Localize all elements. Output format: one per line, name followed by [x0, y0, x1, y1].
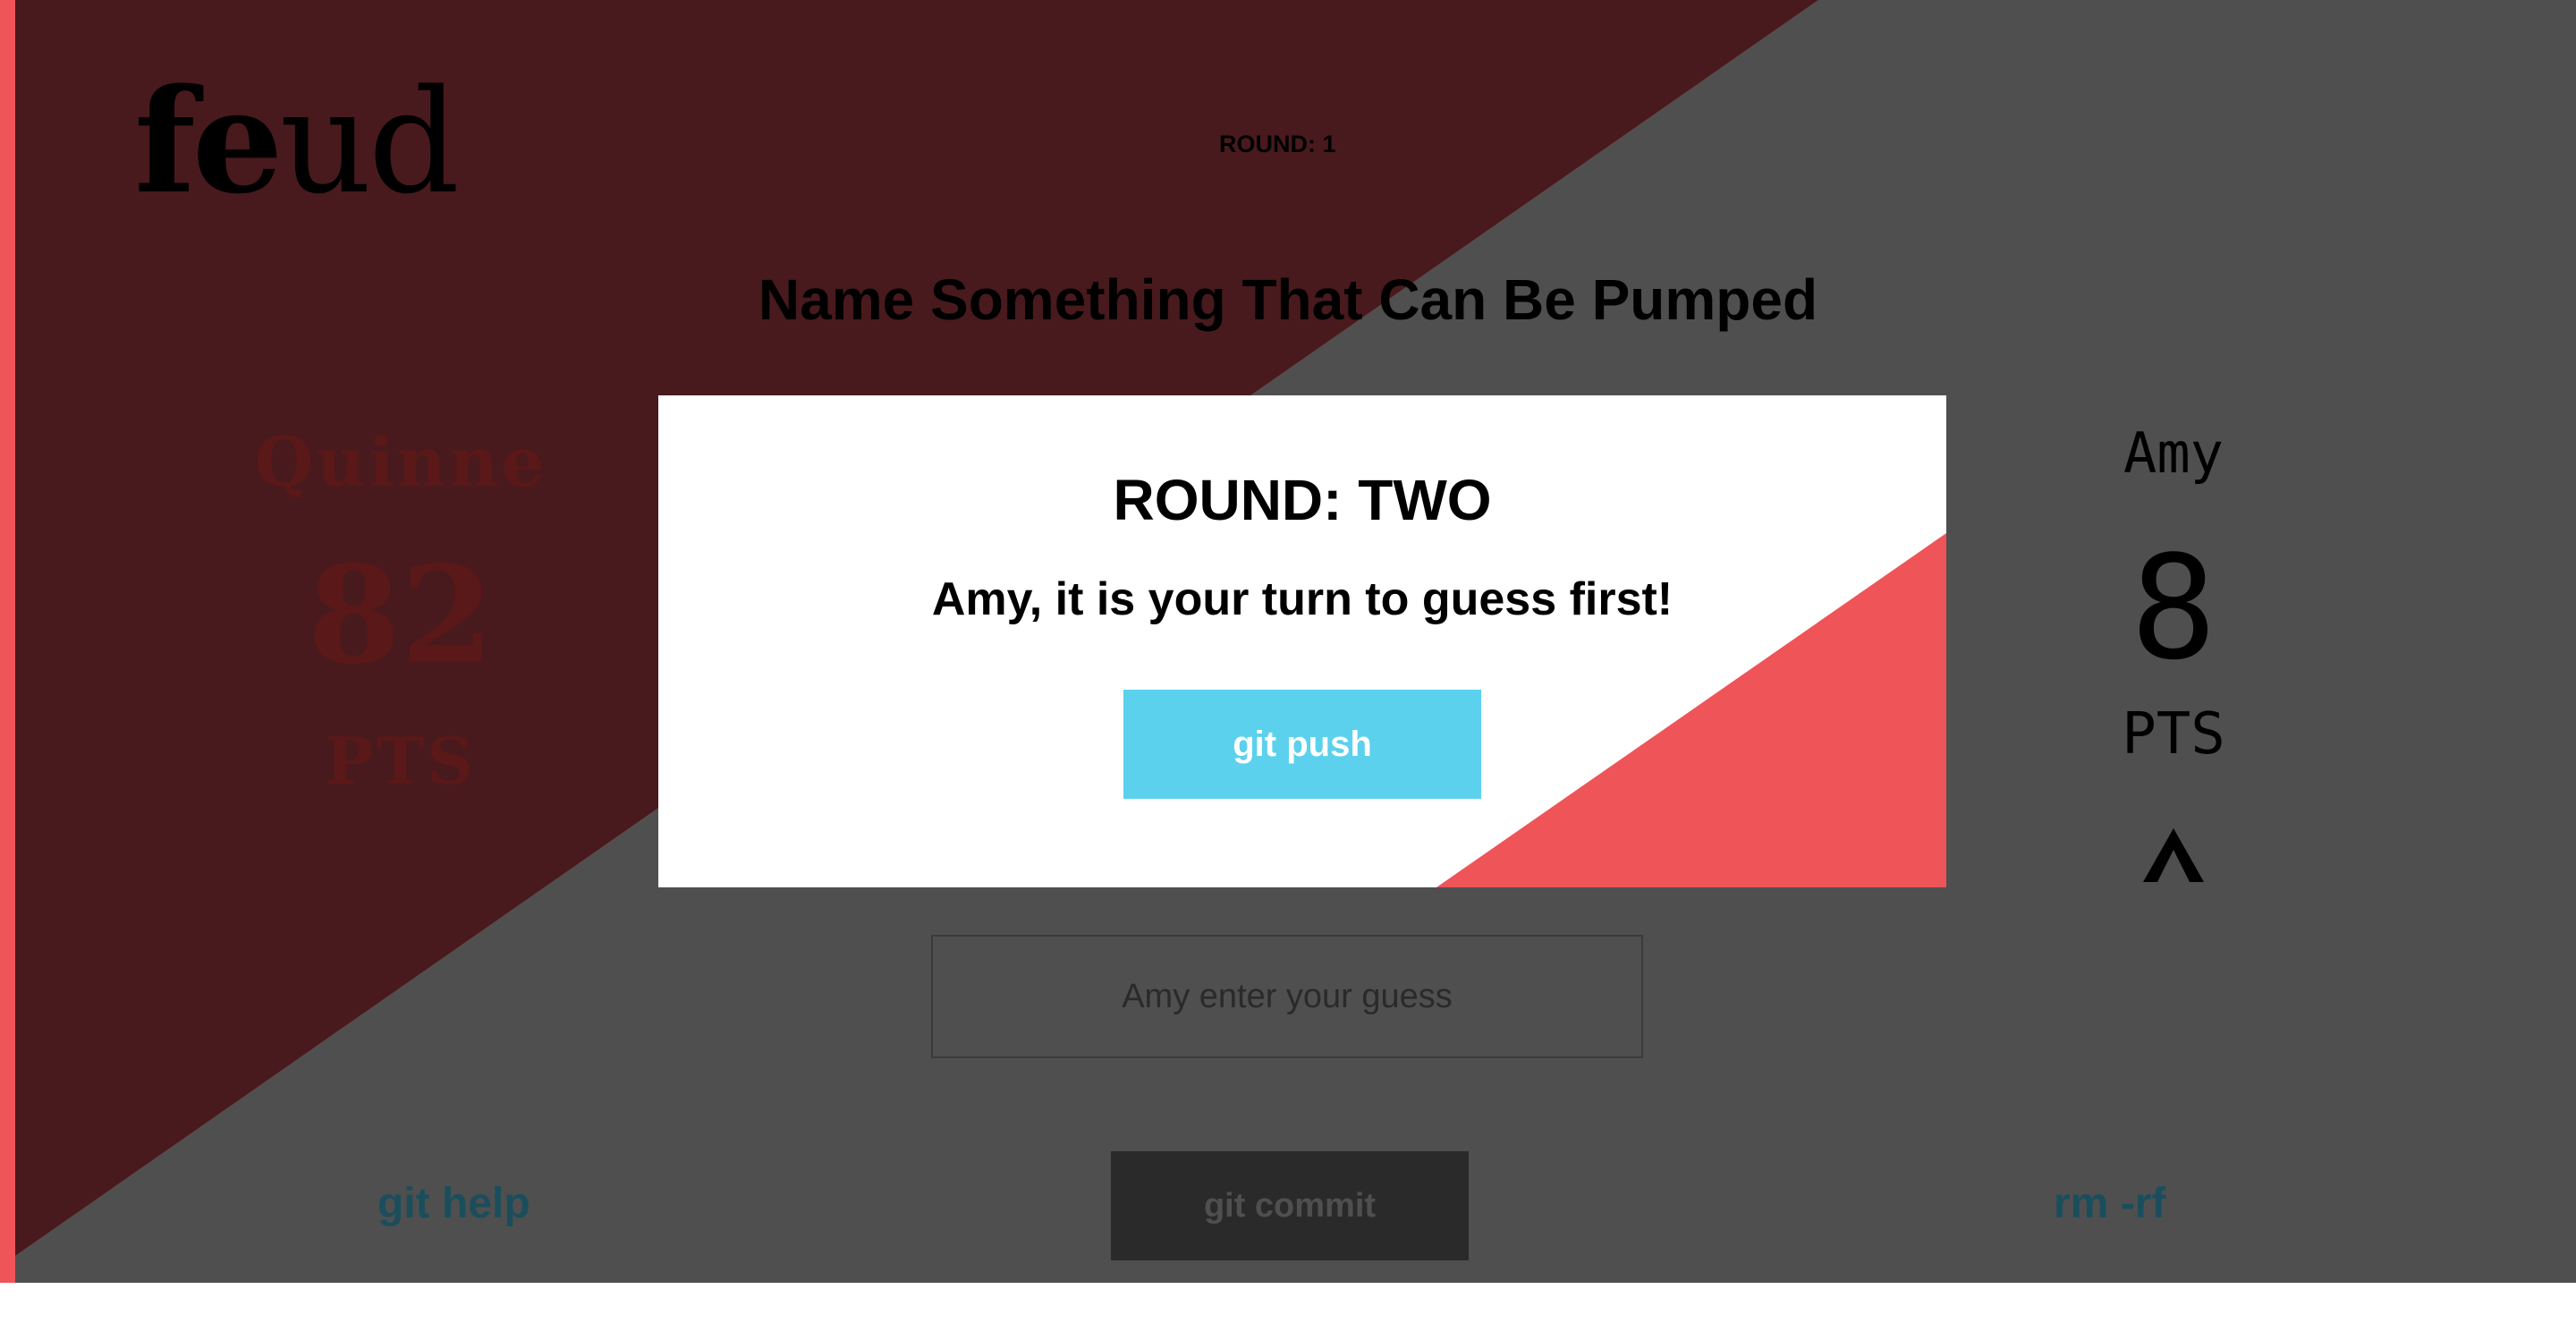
question-title: Name Something That Can Be Pumped	[758, 267, 1818, 332]
git-help-button[interactable]: git help	[377, 1179, 530, 1228]
game-screen: feud ROUND: 1 Name Something That Can Be…	[0, 0, 2576, 1283]
team-left-pts-label: PTS	[325, 723, 477, 799]
team-right-name: Amy	[2123, 420, 2224, 486]
round-label: ROUND: 1	[1219, 131, 1336, 157]
team-right-pts-label: PTS	[2122, 701, 2225, 768]
modal-title: ROUND: TWO	[1113, 468, 1492, 532]
git-push-button[interactable]: git push	[1123, 690, 1481, 799]
git-commit-button[interactable]: git commit	[1111, 1151, 1469, 1260]
rm-rf-button[interactable]: rm -rf	[2054, 1179, 2165, 1228]
modal-message: Amy, it is your turn to guess first!	[931, 573, 1674, 625]
team-left-score: 82	[307, 537, 495, 694]
round-modal: ROUND: TWO Amy, it is your turn to guess…	[658, 395, 1946, 887]
chevron-up-icon	[2143, 828, 2204, 882]
guess-input[interactable]	[931, 935, 1643, 1058]
feud-logo: feud	[134, 57, 460, 225]
team-right-score: 8	[2130, 524, 2217, 691]
team-left-name: Quinne	[254, 422, 547, 502]
